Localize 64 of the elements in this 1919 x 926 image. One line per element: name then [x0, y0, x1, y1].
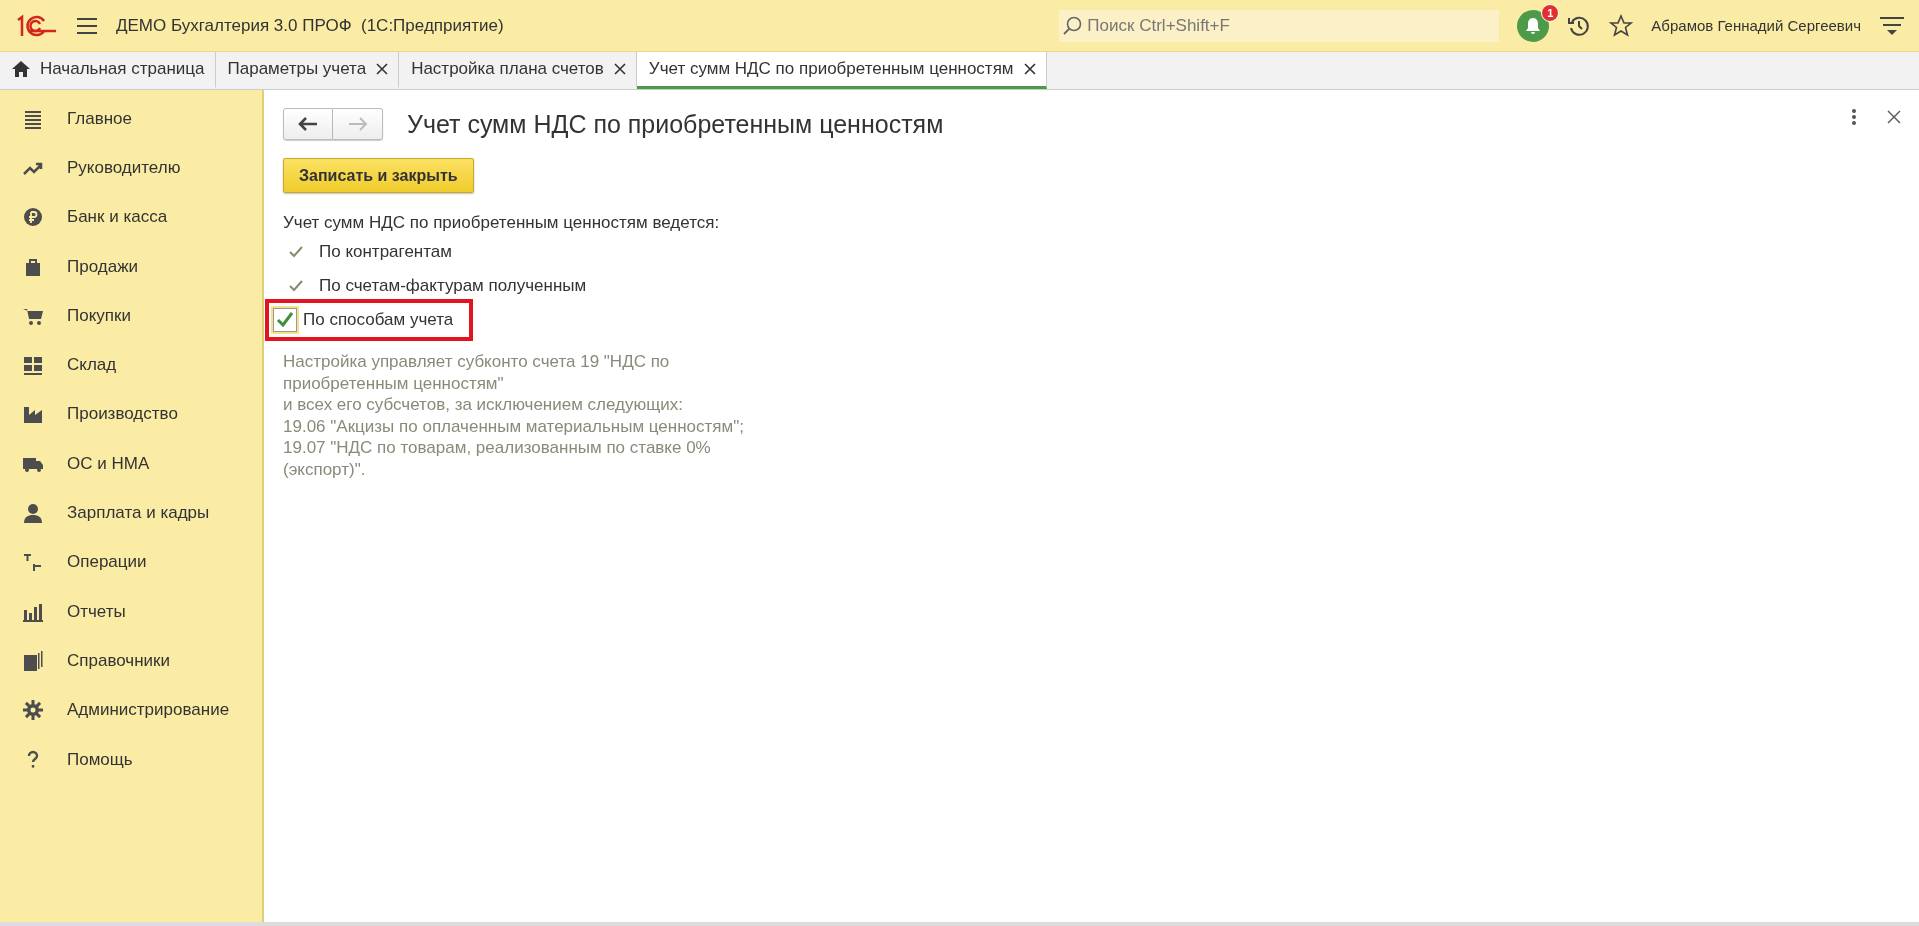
sidebar-item[interactable]: Отчеты	[0, 586, 262, 637]
section-label: Учет сумм НДС по приобретенным ценностям ведется:	[283, 213, 721, 233]
note-text: Настройка управляет субконто счета 19 "НДС по приобретенным ценностям" и всех его субсчетов, за исключением следующих: 19.06 "Акцизы по оплаченным материальным ценностям"; 19.07 "НДС по товарам, реализованным по ставке 0% (экспорт)".	[283, 351, 745, 480]
more-icon[interactable]	[1851, 108, 1857, 126]
sidebar-item[interactable]: Руководителю	[0, 143, 262, 193]
option-label: По счетам-фактурам полученным	[319, 276, 587, 296]
sidebar-item[interactable]: Склад	[0, 340, 262, 390]
bell-icon	[1524, 16, 1543, 35]
tab-label: Учет сумм НДС по приобретенным ценностям	[648, 59, 1014, 79]
sidebar-label: ОС и НМА	[67, 453, 150, 474]
tab-label: Параметры учета	[227, 59, 367, 79]
close-icon[interactable]	[613, 63, 626, 75]
back-button[interactable]	[283, 108, 333, 140]
tab-label: Начальная страница	[40, 59, 205, 79]
sidebar-label: Руководителю	[67, 157, 181, 178]
sidebar-item[interactable]: Производство	[0, 389, 262, 440]
sidebar-item[interactable]: Главное	[0, 94, 262, 144]
books-icon	[22, 649, 44, 672]
star-icon[interactable]	[1609, 13, 1634, 38]
tab-label: Настройка плана счетов	[411, 59, 604, 79]
sidebar-label: Администрирование	[67, 700, 230, 721]
settings-icon	[22, 699, 44, 722]
form-title: Учет сумм НДС по приобретенным ценностям	[407, 109, 944, 139]
save-and-close-button[interactable]: Записать и закрыть	[283, 158, 474, 193]
sidebar-item[interactable]: Помощь	[0, 734, 262, 785]
option-label: По способам учета	[303, 310, 454, 330]
search-icon	[1063, 15, 1084, 36]
sidebar-item[interactable]: Операции	[0, 537, 262, 587]
close-icon[interactable]	[1023, 63, 1036, 75]
app-title: ДЕМО Бухгалтерия 3.0 ПРОФ (1С:Предприятие)	[116, 15, 505, 36]
menu-icon[interactable]	[76, 16, 98, 35]
sidebar-label: Зарплата и кадры	[67, 503, 210, 523]
sidebar-label: Операции	[67, 552, 147, 573]
sidebar-label: Склад	[67, 355, 117, 376]
sidebar-item[interactable]: Зарплата и кадры	[0, 488, 262, 538]
tab[interactable]: Учет сумм НДС по приобретенным ценностям	[636, 52, 1047, 89]
sidebar-label: Отчеты	[67, 601, 126, 622]
sidebar-item[interactable]: Покупки	[0, 291, 262, 341]
notification-count: 1	[1541, 3, 1560, 22]
option-label: По контрагентам	[319, 242, 452, 262]
sidebar-label: Банк и касса	[67, 207, 168, 228]
warehouse-icon	[22, 354, 44, 377]
sidebar-label: Продажи	[67, 256, 138, 277]
user-name[interactable]: Абрамов Геннадий Сергеевич	[1651, 17, 1861, 34]
sidebar-item[interactable]: Справочники	[0, 636, 262, 686]
sidebar-item[interactable]: Продажи	[0, 241, 262, 292]
sidebar-label: Помощь	[67, 749, 133, 770]
checkbox[interactable]	[273, 308, 297, 332]
notification-button[interactable]	[1517, 9, 1550, 42]
sidebar-label: Справочники	[67, 650, 170, 671]
search-field[interactable]: Поиск Ctrl+Shift+F	[1059, 9, 1500, 42]
ruble-coin-icon	[22, 206, 44, 229]
person-icon	[22, 502, 44, 524]
sidebar-label: Покупки	[67, 305, 131, 326]
sidebar-item[interactable]: Администрирование	[0, 685, 262, 735]
close-icon[interactable]	[376, 63, 389, 75]
home-icon	[12, 61, 30, 77]
sidebar-label: Главное	[67, 108, 132, 129]
right-arrow-icon	[347, 117, 368, 131]
sidebar-label: Производство	[67, 404, 178, 425]
left-arrow-icon	[298, 117, 318, 131]
sidebar-item[interactable]: ОС и НМА	[0, 439, 262, 489]
sidebar-item[interactable]: Банк и касса	[0, 192, 262, 242]
close-icon[interactable]	[1887, 110, 1901, 124]
